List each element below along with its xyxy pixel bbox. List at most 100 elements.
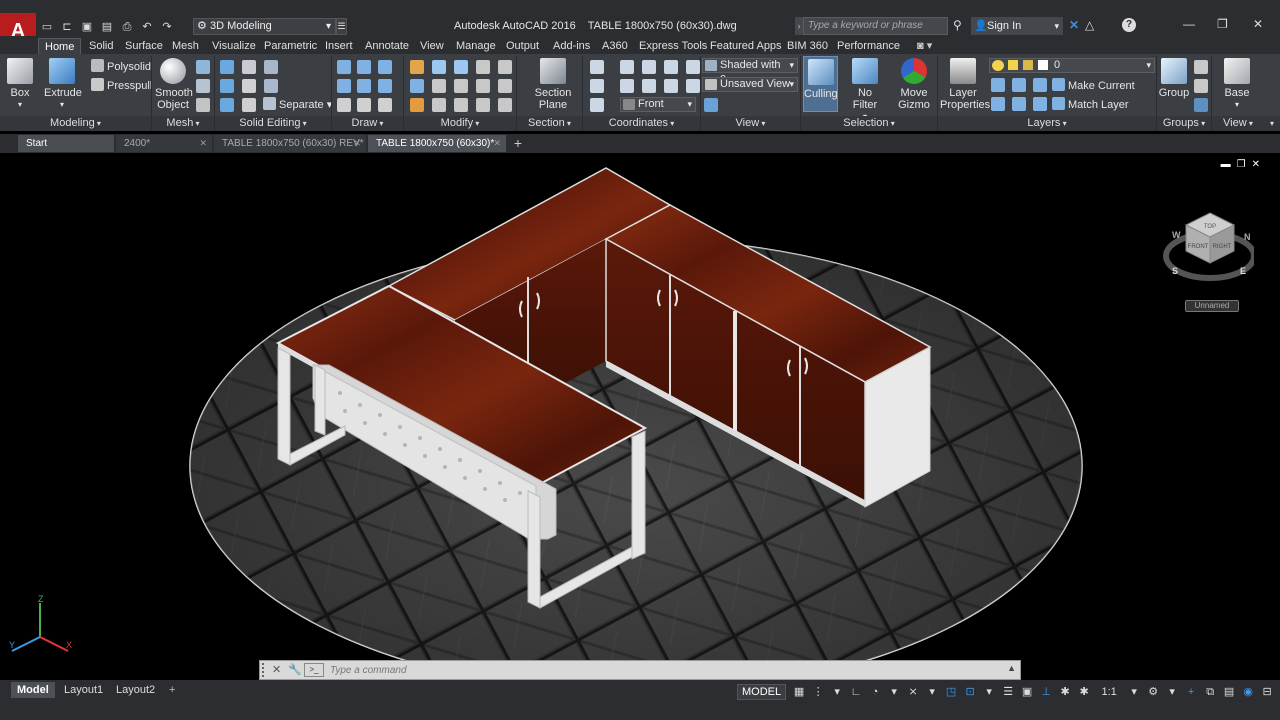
align-icon[interactable]: [454, 98, 468, 112]
search-expand-arrow[interactable]: ›: [795, 17, 803, 35]
named-view-dropdown[interactable]: Unsaved View: [702, 77, 798, 92]
undo-icon[interactable]: ↶: [140, 20, 154, 34]
make-current-button[interactable]: Make Current: [1052, 78, 1135, 93]
minimize-icon[interactable]: —: [1183, 17, 1195, 31]
object-snap-icon[interactable]: ▾: [925, 685, 939, 699]
tab-start[interactable]: Start: [18, 135, 114, 152]
chevron-up-icon[interactable]: ▲: [1007, 663, 1016, 673]
thicken-icon[interactable]: [242, 98, 256, 112]
extrude-button[interactable]: Extrude ▾: [44, 58, 82, 111]
layer-on-icon[interactable]: [1012, 97, 1026, 111]
view-direction-dropdown[interactable]: Front: [620, 97, 696, 112]
sign-in-button[interactable]: 👤 Sign In: [971, 17, 1063, 35]
snap-icon[interactable]: ⋮: [811, 685, 825, 699]
rotate-icon[interactable]: [454, 60, 468, 74]
ucs-3point-icon[interactable]: [642, 79, 656, 93]
join-icon[interactable]: [498, 98, 512, 112]
box-button[interactable]: Box ▾: [6, 58, 34, 111]
mesh-tool-icon[interactable]: [196, 79, 210, 93]
panel-groups-footer[interactable]: Groups: [1157, 116, 1211, 131]
ucs-dynamic-icon[interactable]: ⊡: [963, 685, 977, 699]
polysolid-button[interactable]: Polysolid: [91, 59, 151, 74]
command-input[interactable]: [330, 662, 970, 678]
panel-draw-footer[interactable]: Draw: [332, 116, 403, 131]
stretch-icon[interactable]: [410, 98, 424, 112]
tab-mesh[interactable]: Mesh: [172, 38, 199, 54]
isolate-objects-icon[interactable]: ◉: [1241, 685, 1255, 699]
gizmo-icon[interactable]: ⊥: [1039, 685, 1053, 699]
snap-3d-icon[interactable]: ◳: [944, 685, 958, 699]
hardware-acceleration-icon[interactable]: ⊟: [1260, 685, 1274, 699]
viewcube[interactable]: TOP FRONT RIGHT N W S E: [1160, 208, 1254, 288]
save-icon[interactable]: ▣: [80, 20, 94, 34]
modify-tool-icon[interactable]: [410, 60, 424, 74]
polyline-3d-icon[interactable]: [357, 79, 371, 93]
circle-icon[interactable]: [378, 79, 392, 93]
ucs-face-icon[interactable]: [590, 79, 604, 93]
annotation-visibility-icon[interactable]: ✱: [1058, 685, 1072, 699]
base-view-button[interactable]: Base ▾: [1222, 58, 1252, 111]
trim-icon[interactable]: [432, 79, 446, 93]
arc-icon[interactable]: [378, 60, 392, 74]
search-input[interactable]: Type a keyword or phrase: [803, 17, 948, 35]
tab-output[interactable]: Output: [506, 38, 539, 54]
rectangle-icon[interactable]: [357, 98, 371, 112]
ellipse-icon[interactable]: [378, 98, 392, 112]
spline-icon[interactable]: [357, 60, 371, 74]
file-tab[interactable]: TABLE 1800x750 (60x30) REV* ✕: [214, 135, 366, 152]
polar-icon[interactable]: ◔: [868, 685, 882, 699]
move-icon[interactable]: [432, 60, 446, 74]
workspace-dropdown[interactable]: ⚙ 3D Modeling: [193, 18, 336, 35]
workspace-switching-icon[interactable]: ⚙: [1146, 685, 1160, 699]
save-as-icon[interactable]: ▤: [100, 20, 114, 34]
separate-button[interactable]: Separate ▾: [263, 97, 332, 112]
panel-section-footer[interactable]: Section: [517, 116, 582, 131]
layer-isolate-icon[interactable]: [1012, 78, 1026, 92]
customize-qat-button[interactable]: ☰: [336, 18, 347, 35]
tab-express-tools[interactable]: Express Tools: [639, 38, 707, 54]
tab-a360[interactable]: A360: [602, 38, 628, 54]
subtract-icon[interactable]: [220, 79, 234, 93]
add-layout-button[interactable]: +: [163, 682, 181, 698]
panel-modeling-footer[interactable]: Modeling: [0, 116, 151, 131]
ortho-icon[interactable]: ∟: [849, 685, 863, 699]
panel-coordinates-footer[interactable]: Coordinates: [583, 116, 700, 131]
restore-icon[interactable]: ❐: [1217, 17, 1228, 31]
move-gizmo-button[interactable]: Move Gizmo: [895, 58, 933, 111]
panel-view-footer[interactable]: View: [701, 116, 800, 131]
redo-icon[interactable]: ↷: [160, 20, 174, 34]
object-snap-tracking-icon[interactable]: ⨯: [906, 685, 920, 699]
match-layer-button[interactable]: Match Layer: [1052, 97, 1129, 112]
file-tab-active[interactable]: TABLE 1800x750 (60x30)* ✕: [368, 135, 506, 152]
ucs-named-icon[interactable]: [590, 98, 604, 112]
explode-icon[interactable]: [454, 79, 468, 93]
new-file-icon[interactable]: ▭: [40, 20, 54, 34]
annotation-scale-dropdown[interactable]: 1:1: [1096, 685, 1122, 699]
ungroup-icon[interactable]: [1194, 60, 1208, 74]
drawing-area[interactable]: ▬❐✕ TOP FRONT RIGHT N W S E Unnamed Z X …: [0, 153, 1280, 680]
polyline-icon[interactable]: [337, 60, 351, 74]
help-icon[interactable]: ?: [1122, 18, 1136, 32]
ucs-y-icon[interactable]: [620, 79, 634, 93]
exchange-apps-icon[interactable]: ✕: [1069, 18, 1079, 32]
tab-layout2[interactable]: Layout2: [110, 682, 161, 698]
grid-icon[interactable]: ▦: [792, 685, 806, 699]
infer-icon[interactable]: ▾: [830, 685, 844, 699]
viewport-controls[interactable]: ▬❐✕: [1221, 159, 1266, 170]
ucs-menu-button[interactable]: Unnamed: [1185, 300, 1239, 312]
scale-icon[interactable]: [410, 79, 424, 93]
tab-manage[interactable]: Manage: [456, 38, 496, 54]
recent-commands-button[interactable]: >_: [304, 663, 324, 677]
ucs-icon[interactable]: [590, 60, 604, 74]
print-icon[interactable]: ⎙: [120, 20, 134, 34]
no-filter-button[interactable]: No Filter ▾: [845, 58, 885, 123]
tab-annotate[interactable]: Annotate: [365, 38, 409, 54]
extract-edges-icon[interactable]: [242, 60, 256, 74]
transparency-icon[interactable]: ▣: [1020, 685, 1034, 699]
annotation-monitor-icon[interactable]: +: [1184, 685, 1198, 699]
layer-unisolate-icon[interactable]: [1033, 97, 1047, 111]
ucs-view-icon[interactable]: [664, 79, 678, 93]
model-space-button[interactable]: MODEL: [737, 683, 787, 700]
layer-lock-icon[interactable]: [991, 97, 1005, 111]
new-tab-button[interactable]: +: [510, 135, 526, 151]
